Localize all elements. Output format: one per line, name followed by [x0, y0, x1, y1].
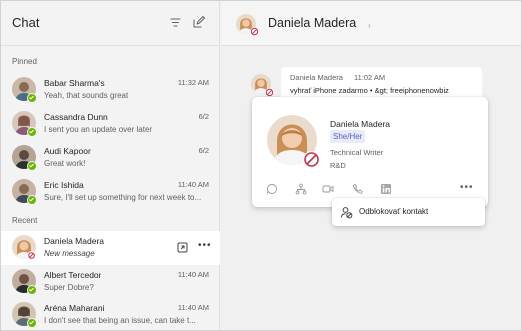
menu-item-label: Odblokovať kontakt [359, 207, 429, 216]
presence-available-icon [27, 161, 37, 171]
call-icon[interactable] [352, 183, 364, 195]
chat-list-panel: Chat Pinned Babar Sharma's 11:32 AM Yeah… [1, 1, 220, 330]
pop-out-icon[interactable] [177, 242, 188, 253]
header-chevron-icon[interactable]: › [368, 21, 371, 30]
chat-preview: Yeah, that sounds great [44, 91, 129, 100]
chat-name: Babar Sharma's [44, 78, 105, 88]
chat-preview: Super Dobre? [44, 283, 94, 292]
pronouns-badge: She/Her [330, 130, 366, 143]
profile-card: Daniela Madera She/Her Technical Writer … [252, 97, 488, 207]
unblock-person-icon [340, 207, 353, 219]
chat-list-header: Chat [1, 1, 220, 46]
teams-chat-window: Chat Pinned Babar Sharma's 11:32 AM Yeah… [0, 0, 522, 331]
context-menu: Odblokovať kontakt [332, 198, 485, 226]
chat-time: 11:40 AM [177, 303, 209, 312]
chat-icon[interactable] [266, 183, 278, 195]
filter-icon[interactable] [169, 16, 182, 29]
chat-preview: I sent you an update over later [44, 125, 153, 134]
chat-name: Daniela Madera [44, 236, 105, 246]
message-time: 11:02 AM [354, 73, 386, 82]
message-sender: Daniela Madera [290, 73, 343, 82]
pinned-section-label: Pinned [12, 57, 37, 66]
chat-name: Albert Tercedor [44, 270, 102, 280]
presence-available-icon [27, 127, 37, 137]
conversation-title[interactable]: Daniela Madera [268, 16, 356, 30]
chat-time: 6/2 [198, 146, 209, 155]
more-options-icon[interactable]: ••• [198, 240, 212, 251]
chat-list-item[interactable]: Albert Tercedor 11:40 AM Super Dobre? [1, 265, 220, 299]
chat-time: 6/2 [198, 112, 209, 121]
presence-available-icon [27, 93, 37, 103]
recent-section-label: Recent [12, 216, 38, 225]
chat-list-item[interactable]: Aréna Maharani 11:40 AM I don't see that… [1, 298, 220, 330]
chat-name: Cassandra Dunn [44, 112, 108, 122]
org-chart-icon[interactable] [295, 183, 307, 195]
job-title: Technical Writer [330, 148, 384, 157]
department: R&D [330, 161, 346, 170]
chat-list-item[interactable]: Cassandra Dunn 6/2 I sent you an update … [1, 107, 220, 141]
chat-name: Eric Ishida [44, 180, 84, 190]
chat-preview: Great work! [44, 159, 86, 168]
blocked-status-icon [303, 151, 320, 168]
chat-list-item-active[interactable]: Daniela Madera New message ••• [1, 231, 220, 265]
linkedin-icon[interactable] [380, 183, 392, 195]
compose-icon[interactable] [192, 16, 205, 29]
chat-list-item[interactable]: Eric Ishida 11:40 AM Sure, I'll set up s… [1, 175, 220, 209]
chat-list-item[interactable]: Babar Sharma's 11:32 AM Yeah, that sound… [1, 73, 220, 107]
chat-name: Audi Kapoor [44, 146, 91, 156]
presence-available-icon [27, 195, 37, 205]
chat-list-item[interactable]: Audi Kapoor 6/2 Great work! [1, 141, 220, 175]
chat-time: 11:40 AM [177, 270, 209, 279]
presence-available-icon [27, 318, 37, 328]
video-icon[interactable] [322, 183, 334, 195]
menu-item-unblock[interactable]: Odblokovať kontakt [332, 198, 485, 226]
chat-preview: Sure, I'll set up something for next wee… [44, 193, 202, 202]
chat-name: Aréna Maharani [44, 303, 105, 313]
conversation-header: Daniela Madera › [221, 1, 521, 46]
more-options-icon[interactable]: ••• [460, 182, 474, 193]
chat-preview: I don't see that being an issue, can tak… [44, 316, 196, 325]
profile-name: Daniela Madera [330, 119, 391, 129]
presence-blocked-icon [27, 251, 37, 261]
presence-available-icon [27, 285, 37, 295]
chat-time: 11:40 AM [177, 180, 209, 189]
presence-blocked-icon [265, 88, 274, 97]
message-text: vyhrať iPhone zadarmo • &gt; freeiphonen… [290, 86, 449, 95]
chat-title: Chat [12, 15, 40, 30]
chat-time: 11:32 AM [177, 78, 209, 87]
presence-blocked-icon [250, 27, 259, 36]
